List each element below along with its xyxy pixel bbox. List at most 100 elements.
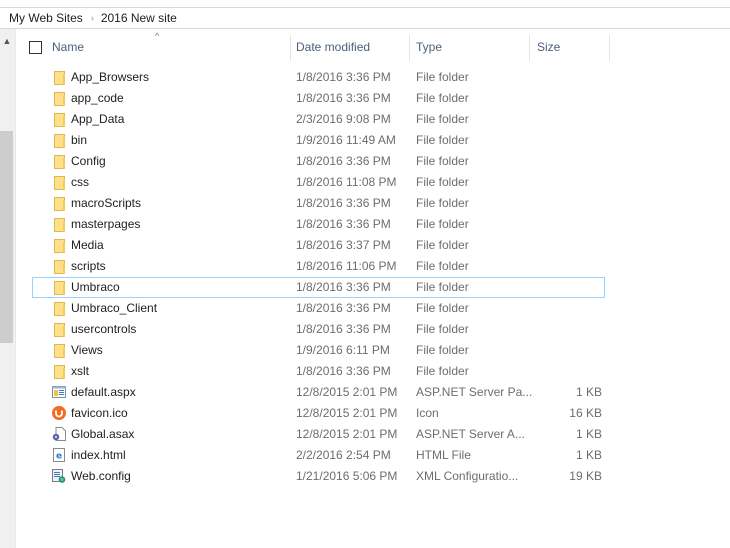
date-modified: 2/3/2016 9:08 PM — [296, 112, 391, 126]
date-modified: 1/8/2016 3:36 PM — [296, 301, 391, 315]
breadcrumb-item-my-web-sites[interactable]: My Web Sites — [0, 11, 83, 25]
html-file-icon: e — [52, 448, 66, 462]
date-modified: 1/9/2016 11:49 AM — [296, 133, 396, 147]
folder-row[interactable]: App_Browsers 1/8/2016 3:36 PM File folder — [32, 67, 605, 88]
folder-row[interactable]: xslt 1/8/2016 3:36 PM File folder — [32, 361, 605, 382]
folder-icon — [52, 343, 66, 358]
navigation-pane-scrollbar[interactable]: ▲ — [0, 29, 16, 548]
folder-row[interactable]: Media 1/8/2016 3:37 PM File folder — [32, 235, 605, 256]
folder-row[interactable]: Views 1/9/2016 6:11 PM File folder — [32, 340, 605, 361]
file-row[interactable]: e index.html 2/2/2016 2:54 PM HTML File 1 KB — [32, 445, 605, 466]
date-modified: 12/8/2015 2:01 PM — [296, 427, 398, 441]
file-row[interactable]: favicon.ico 12/8/2015 2:01 PM Icon 16 KB — [32, 403, 605, 424]
column-header-type[interactable]: Type — [416, 40, 442, 54]
date-modified: 1/8/2016 3:36 PM — [296, 196, 391, 210]
date-modified: 1/8/2016 3:36 PM — [296, 364, 391, 378]
column-divider[interactable] — [290, 35, 291, 61]
file-name: Global.asax — [71, 427, 135, 441]
folder-icon — [52, 301, 66, 316]
column-divider[interactable] — [529, 35, 530, 61]
column-header-date-modified[interactable]: Date modified — [296, 40, 370, 54]
file-type: File folder — [416, 91, 469, 105]
folder-row[interactable]: App_Data 2/3/2016 9:08 PM File folder — [32, 109, 605, 130]
file-type: File folder — [416, 343, 469, 357]
date-modified: 1/8/2016 3:36 PM — [296, 217, 391, 231]
window-top-edge — [0, 0, 730, 8]
scrollbar-thumb[interactable] — [0, 131, 13, 343]
file-name: bin — [71, 133, 88, 147]
file-size: 19 KB — [569, 469, 602, 483]
date-modified: 12/8/2015 2:01 PM — [296, 385, 398, 399]
file-type: ASP.NET Server Pa... — [416, 385, 533, 399]
folder-row[interactable]: masterpages 1/8/2016 3:36 PM File folder — [32, 214, 605, 235]
folder-row[interactable]: Config 1/8/2016 3:36 PM File folder — [32, 151, 605, 172]
file-type: ASP.NET Server A... — [416, 427, 525, 441]
folder-icon — [52, 196, 66, 211]
folder-row[interactable]: Umbraco 1/8/2016 3:36 PM File folder — [32, 277, 605, 298]
date-modified: 1/8/2016 11:08 PM — [296, 175, 397, 189]
file-type: File folder — [416, 70, 469, 84]
file-type: HTML File — [416, 448, 471, 462]
date-modified: 1/8/2016 3:36 PM — [296, 154, 391, 168]
asax-file-icon — [52, 427, 66, 441]
folder-icon — [52, 133, 66, 148]
file-row[interactable]: Web.config 1/21/2016 5:06 PM XML Configura… — [32, 466, 605, 487]
folder-row[interactable]: usercontrols 1/8/2016 3:36 PM File folder — [32, 319, 605, 340]
sort-ascending-icon: ^ — [155, 31, 160, 41]
file-size: 16 KB — [569, 406, 602, 420]
scroll-up-arrow-icon[interactable]: ▲ — [0, 35, 14, 47]
column-header-name[interactable]: Name — [52, 40, 84, 54]
file-row[interactable]: Global.asax 12/8/2015 2:01 PM ASP.NET Serv… — [32, 424, 605, 445]
file-type: File folder — [416, 259, 469, 273]
date-modified: 1/9/2016 6:11 PM — [296, 343, 390, 357]
select-all-checkbox[interactable] — [29, 41, 42, 54]
date-modified: 1/8/2016 3:36 PM — [296, 322, 391, 336]
file-type: File folder — [416, 154, 469, 168]
file-type: File folder — [416, 196, 469, 210]
file-row[interactable]: default.aspx 12/8/2015 2:01 PM ASP.NET Ser… — [32, 382, 605, 403]
date-modified: 1/8/2016 3:36 PM — [296, 70, 391, 84]
umbraco-favicon-icon — [52, 406, 66, 420]
folder-row[interactable]: app_code 1/8/2016 3:36 PM File folder — [32, 88, 605, 109]
file-name: Media — [71, 238, 104, 252]
column-divider[interactable] — [609, 35, 610, 61]
date-modified: 1/8/2016 3:37 PM — [296, 238, 391, 252]
folder-icon — [52, 322, 66, 337]
file-name: Umbraco_Client — [71, 301, 158, 315]
folder-row[interactable]: Umbraco_Client 1/8/2016 3:36 PM File folde… — [32, 298, 605, 319]
file-type: File folder — [416, 112, 469, 126]
folder-icon — [52, 112, 66, 127]
file-name: Config — [71, 154, 106, 168]
file-size: 1 KB — [575, 448, 602, 462]
file-type: XML Configuratio... — [416, 469, 519, 483]
folder-row[interactable]: macroScripts 1/8/2016 3:36 PM File folder — [32, 193, 605, 214]
column-header-size[interactable]: Size — [537, 40, 560, 54]
folder-icon — [52, 154, 66, 169]
folder-row[interactable]: bin 1/9/2016 11:49 AM File folder — [32, 130, 605, 151]
file-size: 1 KB — [575, 427, 602, 441]
file-type: File folder — [416, 280, 469, 294]
file-name: css — [71, 175, 89, 189]
file-name: scripts — [71, 259, 106, 273]
file-name: macroScripts — [71, 196, 142, 210]
file-type: File folder — [416, 175, 469, 189]
file-name: Umbraco — [71, 280, 120, 294]
file-type: File folder — [416, 133, 469, 147]
file-name: Views — [71, 343, 103, 357]
file-name: masterpages — [71, 217, 141, 231]
file-type: File folder — [416, 301, 469, 315]
file-size: 1 KB — [575, 385, 602, 399]
breadcrumb-chevron-icon[interactable]: › — [83, 13, 101, 23]
file-type: File folder — [416, 217, 469, 231]
date-modified: 1/8/2016 11:06 PM — [296, 259, 397, 273]
file-name: App_Browsers — [71, 70, 150, 84]
breadcrumb-item-2016-new-site[interactable]: 2016 New site — [101, 11, 177, 25]
file-name: favicon.ico — [71, 406, 128, 420]
folder-row[interactable]: css 1/8/2016 11:08 PM File folder — [32, 172, 605, 193]
date-modified: 1/8/2016 3:36 PM — [296, 280, 391, 294]
column-divider[interactable] — [409, 35, 410, 61]
folder-icon — [52, 175, 66, 190]
folder-row[interactable]: scripts 1/8/2016 11:06 PM File folder — [32, 256, 605, 277]
file-type: File folder — [416, 364, 469, 378]
file-name: App_Data — [71, 112, 125, 126]
